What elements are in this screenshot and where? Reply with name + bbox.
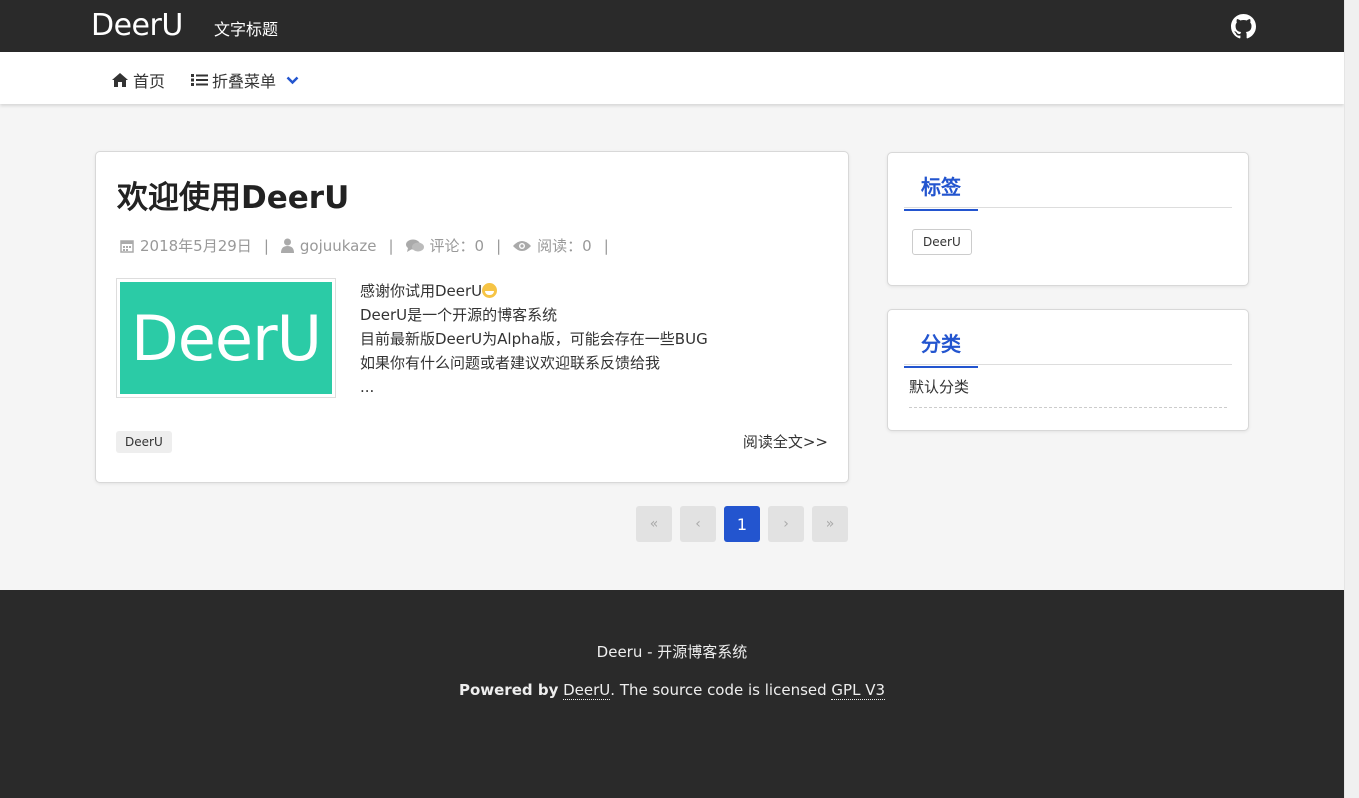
pagination-last-button[interactable]: » (812, 506, 848, 542)
github-icon[interactable] (1231, 14, 1256, 39)
sidebar-categories-card: 分类 默认分类 (887, 309, 1249, 431)
post-meta: 2018年5月29日 | gojuukaze | 评论：0 | 阅读：0 | (120, 235, 621, 256)
nav-home-label: 首页 (133, 72, 166, 91)
page-scrollbar[interactable] (1344, 0, 1359, 798)
chevron-down-icon (286, 76, 299, 84)
user-icon (280, 238, 294, 253)
nav-home[interactable]: 首页 (111, 68, 165, 92)
footer-credits: Powered by DeerU. The source code is lic… (0, 681, 1344, 700)
sidebar-tags-header: 标签 (904, 171, 1232, 211)
footer: Deeru - 开源博客系统 Powered by DeerU. The sou… (0, 590, 1344, 798)
post-author[interactable]: gojuukaze (280, 236, 377, 255)
meta-separator: | (603, 236, 609, 255)
post-tag[interactable]: DeerU (116, 431, 172, 453)
post-title[interactable]: 欢迎使用DeerU (117, 172, 349, 217)
post-reads: 阅读：0 (513, 235, 592, 256)
home-icon (112, 73, 128, 87)
post-comments: 评论：0 (405, 235, 485, 256)
excerpt-line: ... (360, 378, 375, 396)
sidebar-tag-chip[interactable]: DeerU (912, 229, 972, 255)
grin-emoji-icon (482, 283, 498, 298)
sidebar-categories-title: 分类 (904, 328, 978, 368)
excerpt-line: DeerU是一个开源的博客系统 (360, 306, 558, 324)
thumbnail-logo: DeerU (120, 282, 332, 394)
post-comments-text: 评论：0 (429, 237, 485, 255)
nav-dropdown-menu[interactable]: 折叠菜单 (191, 68, 303, 92)
footer-deeru-link[interactable]: DeerU (563, 681, 611, 700)
site-logo[interactable]: DeerU (91, 8, 183, 43)
calendar-icon (120, 239, 134, 253)
list-icon (191, 74, 208, 86)
footer-tagline: Deeru - 开源博客系统 (596, 643, 748, 661)
post-excerpt: 感谢你试用DeerU DeerU是一个开源的博客系统 目前最新版DeerU为Al… (360, 279, 708, 399)
sidebar-category-item[interactable]: 默认分类 (909, 376, 1227, 408)
post-author-text: gojuukaze (299, 236, 377, 255)
nav-menu-label: 折叠菜单 (212, 72, 277, 91)
nav-bar: 首页 折叠菜单 (0, 52, 1344, 104)
post-date-text: 2018年5月29日 (140, 237, 252, 255)
meta-separator: | (388, 236, 394, 255)
post-thumbnail[interactable]: DeerU (116, 278, 336, 398)
top-bar: DeerU 文字标题 (0, 0, 1344, 52)
footer-powered-by: Powered by (458, 681, 559, 699)
post-reads-text: 阅读：0 (537, 237, 592, 255)
eye-icon (513, 240, 532, 251)
excerpt-line: 感谢你试用DeerU (360, 279, 708, 303)
page: DeerU 文字标题 首页 折叠菜单 欢迎使用DeerU 2018年5月29日 … (0, 0, 1344, 798)
footer-license-link[interactable]: GPL V3 (831, 681, 886, 700)
read-more-link[interactable]: 阅读全文>> (743, 431, 828, 452)
pagination-prev-button[interactable]: ‹ (680, 506, 716, 542)
footer-license-text: . The source code is licensed (610, 681, 832, 699)
sidebar-tags-card: 标签 DeerU (887, 152, 1249, 286)
excerpt-line: 如果你有什么问题或者建议欢迎联系反馈给我 (360, 354, 661, 372)
site-title[interactable]: 文字标题 (214, 16, 278, 40)
post-card: 欢迎使用DeerU 2018年5月29日 | gojuukaze | 评论：0 … (95, 151, 849, 483)
pagination-first-button[interactable]: « (636, 506, 672, 542)
meta-separator: | (496, 236, 502, 255)
sidebar-categories-header: 分类 (904, 328, 1232, 368)
excerpt-line: 目前最新版DeerU为Alpha版，可能会存在一些BUG (360, 330, 708, 348)
pagination-next-button[interactable]: › (768, 506, 804, 542)
comments-icon (405, 239, 424, 252)
meta-separator: | (263, 236, 269, 255)
post-date: 2018年5月29日 (120, 235, 252, 256)
pagination-current-page[interactable]: 1 (724, 506, 760, 542)
sidebar-tags-title: 标签 (904, 171, 978, 211)
